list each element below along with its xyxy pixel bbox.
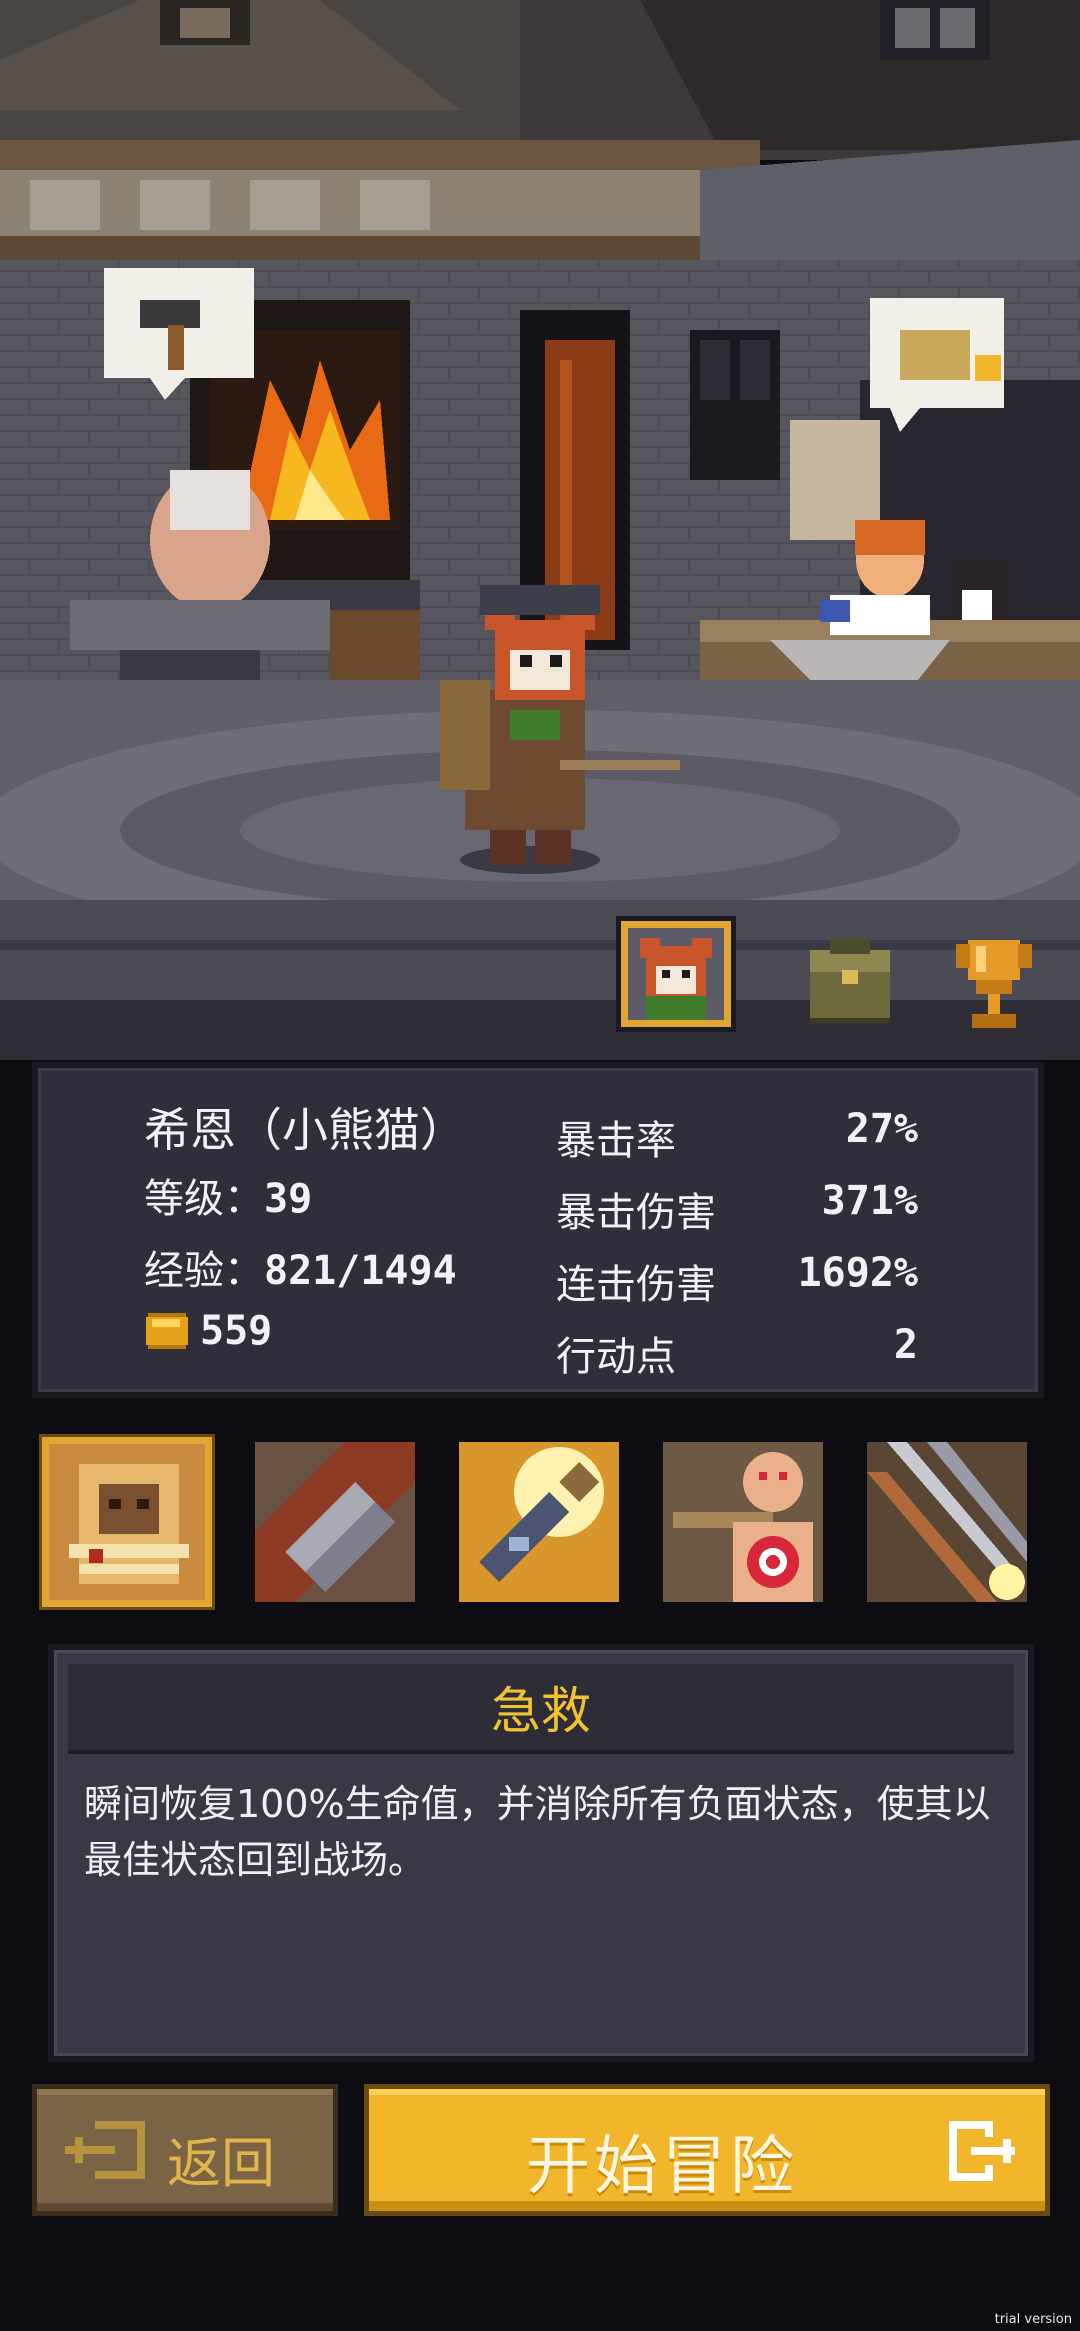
bottle-skill-icon <box>459 1442 619 1602</box>
backpack-icon <box>810 938 890 1024</box>
exit-arrow-icon <box>949 2121 1015 2181</box>
tab-inventory[interactable] <box>800 930 900 1030</box>
skill-slot-arrows[interactable] <box>862 1437 1032 1607</box>
combo-damage-label: 连击伤害 <box>556 1262 716 1308</box>
skill-description: 瞬间恢复100%生命值，并消除所有负面状态，使其以最佳状态回到战场。 <box>84 1782 991 1882</box>
back-label: 返回 <box>167 2132 275 2195</box>
arrows-skill-icon <box>867 1442 1027 1602</box>
tab-achievements[interactable] <box>944 930 1044 1040</box>
skill-title: 急救 <box>491 1682 591 1740</box>
tab-hero[interactable] <box>616 916 736 1032</box>
skill-slot-rescue[interactable] <box>42 1437 212 1607</box>
skill-description-panel: 急救 瞬间恢复100%生命值，并消除所有负面状态，使其以最佳状态回到战场。 <box>48 1644 1034 2062</box>
crit-damage-value: 371% <box>821 1178 918 1224</box>
exp-value: 821/1494 <box>264 1248 457 1294</box>
claw-skill-icon <box>255 1442 415 1602</box>
crit-damage-label: 暴击伤害 <box>556 1190 716 1236</box>
level-label: 等级： <box>144 1176 264 1222</box>
hero-coins-row: 559 <box>144 1308 272 1354</box>
skill-slot-bottle[interactable] <box>454 1437 624 1607</box>
trial-watermark: trial version <box>994 2312 1072 2327</box>
trophy-icon <box>956 940 1032 1028</box>
crit-rate-label: 暴击率 <box>556 1118 676 1164</box>
crit-rate-value: 27% <box>845 1106 918 1152</box>
skill-title-bar: 急救 <box>68 1664 1014 1754</box>
start-adventure-label: 开始冒险 <box>526 2130 798 2204</box>
back-arrow-icon <box>65 2121 145 2179</box>
action-points-value: 2 <box>893 1322 918 1368</box>
skill-slot-claw[interactable] <box>250 1437 420 1607</box>
blacksmith-town-scene <box>0 0 1080 1060</box>
gold-coin-icon <box>146 1313 188 1349</box>
exp-label: 经验： <box>144 1248 264 1294</box>
hero-level-row: 等级：39 <box>144 1166 312 1224</box>
rescue-skill-icon <box>49 1444 205 1600</box>
hero-exp-row: 经验：821/1494 <box>144 1238 457 1296</box>
skill-slot-target[interactable] <box>658 1437 828 1607</box>
action-points-label: 行动点 <box>556 1334 676 1380</box>
target-dummy-skill-icon <box>663 1442 823 1602</box>
start-adventure-button[interactable]: 开始冒险 <box>364 2084 1050 2216</box>
hero-name: 希恩（小熊猫） <box>144 1103 466 1157</box>
level-value: 39 <box>264 1176 313 1222</box>
coins-value: 559 <box>200 1308 273 1354</box>
hero-stats-panel: 希恩（小熊猫） 等级：39 经验：821/1494 559 暴击率 27% 暴击… <box>32 1062 1044 1398</box>
back-button[interactable]: 返回 <box>32 2084 338 2216</box>
hero-portrait-icon <box>616 916 736 1032</box>
combo-damage-value: 1692% <box>797 1250 918 1296</box>
